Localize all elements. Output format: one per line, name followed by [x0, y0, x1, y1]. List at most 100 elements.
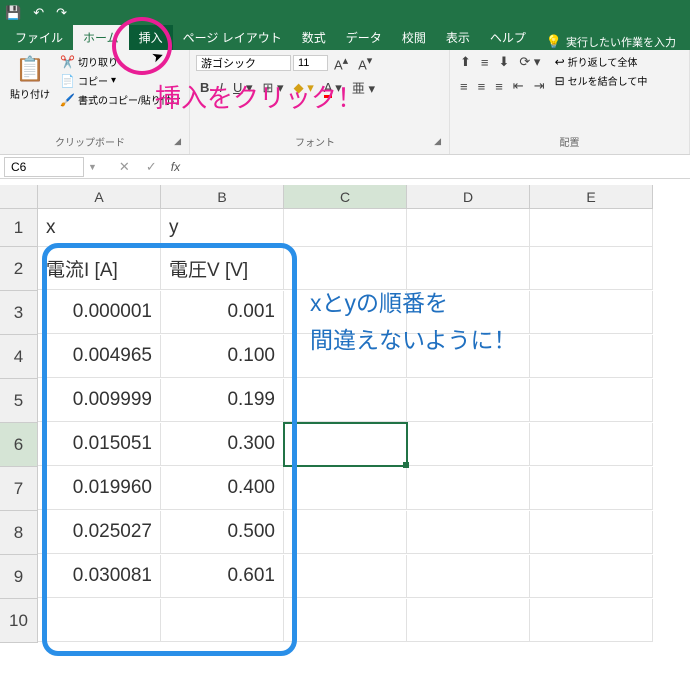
- tab-review[interactable]: 校閲: [392, 25, 436, 50]
- row-header-4[interactable]: 4: [0, 335, 38, 379]
- cell-a9[interactable]: 0.030081: [38, 555, 161, 598]
- cell-e3[interactable]: [530, 291, 653, 334]
- col-header-e[interactable]: E: [530, 185, 653, 209]
- cell-c6[interactable]: [284, 423, 407, 466]
- col-header-b[interactable]: B: [161, 185, 284, 209]
- cell-a7[interactable]: 0.019960: [38, 467, 161, 510]
- row-header-5[interactable]: 5: [0, 379, 38, 423]
- redo-icon[interactable]: ↷: [56, 5, 67, 21]
- wrap-text-button[interactable]: ↩ 折り返して全体: [553, 53, 650, 70]
- cell-b7[interactable]: 0.400: [161, 467, 284, 510]
- cell-b5[interactable]: 0.199: [161, 379, 284, 422]
- align-top-button[interactable]: ⬆: [456, 53, 475, 71]
- tab-page-layout[interactable]: ページ レイアウト: [173, 25, 292, 50]
- tab-insert[interactable]: 挿入: [129, 25, 173, 50]
- cell-a3[interactable]: 0.000001: [38, 291, 161, 334]
- cell-d6[interactable]: [407, 423, 530, 466]
- cell-b2[interactable]: 電圧V [V]: [161, 247, 284, 290]
- selection-handle[interactable]: [403, 462, 409, 468]
- cell-c10[interactable]: [284, 599, 407, 642]
- col-header-a[interactable]: A: [38, 185, 161, 209]
- tab-view[interactable]: 表示: [436, 25, 480, 50]
- tell-me-search[interactable]: 💡 実行したい作業を入力: [546, 34, 676, 50]
- cell-e9[interactable]: [530, 555, 653, 598]
- cell-e2[interactable]: [530, 247, 653, 290]
- orientation-button[interactable]: ⟳ ▾: [515, 53, 544, 71]
- font-dialog-launcher[interactable]: ◢: [434, 136, 443, 147]
- cell-a5[interactable]: 0.009999: [38, 379, 161, 422]
- cell-d2[interactable]: [407, 247, 530, 290]
- cell-c8[interactable]: [284, 511, 407, 554]
- cell-d1[interactable]: [407, 209, 530, 247]
- tab-file[interactable]: ファイル: [5, 25, 73, 50]
- cell-b1[interactable]: y: [161, 209, 284, 247]
- cell-d10[interactable]: [407, 599, 530, 642]
- font-size-select[interactable]: [293, 55, 328, 71]
- tab-data[interactable]: データ: [336, 25, 392, 50]
- cell-b9[interactable]: 0.601: [161, 555, 284, 598]
- col-header-d[interactable]: D: [407, 185, 530, 209]
- cell-d7[interactable]: [407, 467, 530, 510]
- row-header-2[interactable]: 2: [0, 247, 38, 291]
- enter-formula-button[interactable]: ✓: [138, 159, 165, 175]
- row-header-8[interactable]: 8: [0, 511, 38, 555]
- cell-a8[interactable]: 0.025027: [38, 511, 161, 554]
- cell-b6[interactable]: 0.300: [161, 423, 284, 466]
- name-box[interactable]: [4, 157, 84, 177]
- align-right-button[interactable]: ≡: [491, 78, 507, 95]
- row-header-7[interactable]: 7: [0, 467, 38, 511]
- row-header-10[interactable]: 10: [0, 599, 38, 643]
- cell-c5[interactable]: [284, 379, 407, 422]
- row-header-6[interactable]: 6: [0, 423, 38, 467]
- cell-c7[interactable]: [284, 467, 407, 510]
- cell-a1[interactable]: x: [38, 209, 161, 247]
- cell-d9[interactable]: [407, 555, 530, 598]
- tab-home[interactable]: ホーム: [73, 25, 129, 50]
- cell-a4[interactable]: 0.004965: [38, 335, 161, 378]
- tab-formulas[interactable]: 数式: [292, 25, 336, 50]
- cell-b3[interactable]: 0.001: [161, 291, 284, 334]
- row-header-9[interactable]: 9: [0, 555, 38, 599]
- align-middle-button[interactable]: ≡: [477, 54, 493, 71]
- cell-b8[interactable]: 0.500: [161, 511, 284, 554]
- cell-d8[interactable]: [407, 511, 530, 554]
- paste-button[interactable]: 📋 貼り付け: [6, 53, 54, 132]
- cell-d5[interactable]: [407, 379, 530, 422]
- cancel-formula-button[interactable]: ✕: [111, 159, 138, 175]
- cell-b10[interactable]: [161, 599, 284, 642]
- increase-font-button[interactable]: A▴: [330, 53, 352, 73]
- fx-icon[interactable]: fx: [165, 160, 186, 174]
- cell-a2[interactable]: 電流I [A]: [38, 247, 161, 290]
- cell-c1[interactable]: [284, 209, 407, 247]
- increase-indent-button[interactable]: ⇥: [530, 77, 549, 95]
- decrease-font-button[interactable]: A▾: [354, 53, 376, 73]
- align-left-button[interactable]: ≡: [456, 78, 472, 95]
- merge-center-button[interactable]: ⊟ セルを結合して中: [553, 72, 650, 89]
- col-header-c[interactable]: C: [284, 185, 407, 209]
- cell-c2[interactable]: [284, 247, 407, 290]
- decrease-indent-button[interactable]: ⇤: [509, 77, 528, 95]
- cell-e10[interactable]: [530, 599, 653, 642]
- font-name-select[interactable]: [196, 55, 291, 71]
- cell-e1[interactable]: [530, 209, 653, 247]
- row-header-1[interactable]: 1: [0, 209, 38, 247]
- cell-a10[interactable]: [38, 599, 161, 642]
- align-bottom-button[interactable]: ⬇: [495, 53, 514, 71]
- cell-c9[interactable]: [284, 555, 407, 598]
- undo-icon[interactable]: ↶: [33, 5, 44, 21]
- cell-e7[interactable]: [530, 467, 653, 510]
- cell-e5[interactable]: [530, 379, 653, 422]
- cell-e8[interactable]: [530, 511, 653, 554]
- align-center-button[interactable]: ≡: [474, 78, 490, 95]
- clipboard-dialog-launcher[interactable]: ◢: [174, 136, 183, 147]
- formula-input[interactable]: [186, 158, 690, 176]
- select-all-corner[interactable]: [0, 185, 38, 209]
- cell-e6[interactable]: [530, 423, 653, 466]
- row-header-3[interactable]: 3: [0, 291, 38, 335]
- cell-a6[interactable]: 0.015051: [38, 423, 161, 466]
- tab-help[interactable]: ヘルプ: [480, 25, 536, 50]
- save-icon[interactable]: 💾: [5, 5, 21, 21]
- cell-b4[interactable]: 0.100: [161, 335, 284, 378]
- cell-e4[interactable]: [530, 335, 653, 378]
- spreadsheet-grid[interactable]: A B C D E 1 x y 2 電流I [A] 電圧V [V] 3 0.00…: [0, 185, 690, 643]
